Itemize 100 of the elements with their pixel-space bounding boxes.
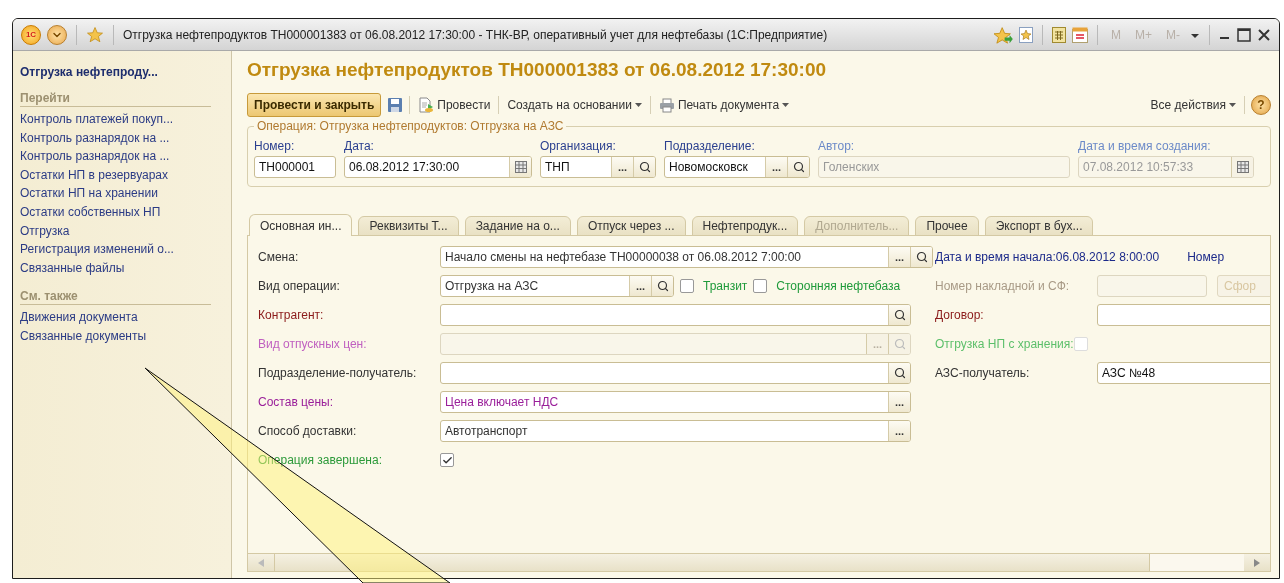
field-label: Вид операции: [258,279,341,293]
input-field[interactable]: Новомосковск ... [664,156,810,178]
input-field[interactable]: Начало смены на нефтебазе ТН00000038 от 06.08.2012 7:00:00 ... [440,246,933,268]
caret-icon [634,103,642,107]
search-button[interactable] [910,247,932,267]
search-icon [792,161,805,173]
sidebar-link[interactable]: Отгрузка [20,221,211,241]
calendar-icon [514,161,527,173]
field-label: Контрагент: [258,308,325,322]
search-icon [915,251,928,263]
start-time-label: Дата и время начала: [935,250,1056,264]
search-icon [893,309,906,321]
sidebar-link[interactable]: Регистрация изменений о... [20,240,211,259]
bookmark-star-icon[interactable] [1019,26,1033,43]
field-label: Подразделение: [664,139,756,153]
field-label: АЗС-получатель: [935,366,1031,380]
section-heading: Перейти [20,91,211,107]
sidebar-link[interactable]: Остатки собственных НП [20,202,211,222]
choice-button[interactable]: ... [765,157,787,177]
print-button[interactable]: Печать документа [656,97,792,113]
sidebar-link[interactable]: Движения документа [20,308,211,327]
input-field[interactable]: Автотранспорт ... [440,420,911,442]
field-label: Подразделение-получатель: [258,366,418,380]
caret-icon [1229,103,1236,107]
search-icon [893,367,906,379]
input-field[interactable] [440,362,911,384]
calendar-button[interactable] [509,157,531,177]
app-logo[interactable]: 1С [21,24,41,45]
tab[interactable]: Экспорт в бух... [984,216,1094,236]
choice-button[interactable]: ... [629,276,651,296]
menu-button[interactable]: Все действия [1148,98,1238,112]
checkbox[interactable] [753,279,768,293]
search-icon [656,280,669,292]
main-menu-button[interactable] [47,24,67,45]
close-icon[interactable] [1257,27,1271,42]
input-field[interactable]: Отгрузка на АЗС ... [440,275,674,297]
field-label: Автор: [818,139,856,153]
tab[interactable]: Задание на о... [464,216,571,236]
search-button[interactable] [651,276,673,296]
sidebar-link[interactable]: Связанные документы [20,326,211,346]
sidebar-title: Отгрузка нефтепроду... [20,65,159,79]
field-label: Договор: [935,308,985,322]
input-field[interactable]: АЗС №48 [1097,362,1270,384]
star-add-icon[interactable] [993,25,1013,44]
checkbox[interactable] [680,279,694,293]
sidebar-link[interactable]: Контроль платежей покуп... [20,110,211,129]
tab[interactable]: Нефтепродук... [691,216,799,236]
calendar-icon [1236,161,1249,173]
number-label: Номер [1187,250,1225,264]
post-and-close-button[interactable]: Провести и закрыть [247,93,382,117]
search-button[interactable] [633,157,655,177]
choice-button[interactable]: ... [888,247,910,267]
search-button[interactable] [888,363,910,383]
menu-button[interactable]: Создать на основании [505,98,644,112]
tab[interactable]: Отпуск через ... [576,216,686,236]
input-field[interactable] [440,304,911,326]
field-label: Дата и время создания: [1078,139,1212,153]
input-field[interactable]: ТН000001 [254,156,336,178]
start-time-value: 06.08.2012 8:00:00 [1055,250,1160,264]
checkbox[interactable] [440,453,454,467]
sidebar-link[interactable]: Остатки НП в резервуарах [20,165,211,185]
save-icon[interactable] [387,97,404,113]
field-label: Дата: [344,139,375,153]
search-button[interactable] [888,305,910,325]
group-legend: Операция: Отгрузка нефтепродуктов: Отгрузка на АЗС [254,119,567,133]
document-post-icon [418,97,435,113]
search-icon [893,338,906,350]
sidebar-link[interactable]: Связанные файлы [20,258,211,278]
horizontal-scrollbar[interactable] [248,553,1270,571]
field-label: Номер: [254,139,296,153]
choice-button[interactable]: ... [611,157,633,177]
sidebar-link[interactable]: Контроль разнарядок на ... [20,147,211,166]
input-field[interactable] [1097,304,1270,326]
input-field[interactable]: ТНП ... [540,156,656,178]
search-icon [638,161,651,173]
window-title: Отгрузка нефтепродуктов ТН000001383 от 06.08.2012 17:30:00 - ТНК-ВР, оперативный учет для нефтебазы (1С:Предприятие) [123,27,829,42]
field-label: Способ доставки: [258,424,358,438]
input-field[interactable]: Цена включает НДС ... [440,391,911,413]
star-icon[interactable] [86,25,104,44]
printer-icon [658,97,675,113]
document-title: Отгрузка нефтепродуктов ТН000001383 от 06.08.2012 17:30:00 [247,59,828,82]
scroll-right-icon [1254,558,1260,567]
field-label: Номер накладной и СФ: [935,279,1071,293]
calendar-icon[interactable] [1072,26,1088,43]
tab[interactable]: Реквизиты Т... [358,216,459,236]
tab[interactable]: Основная ин... [249,214,353,236]
tab[interactable]: Прочее [915,216,979,236]
maximize-icon[interactable] [1237,27,1251,42]
section-heading: См. также [20,289,211,306]
field-label: Вид отпускных цен: [258,337,368,351]
help-button[interactable]: ? [1251,95,1271,115]
search-button[interactable] [787,157,809,177]
sidebar-link[interactable]: Контроль разнарядок на ... [20,128,211,148]
post-button[interactable]: Провести [416,97,493,113]
sidebar-link[interactable]: Остатки НП на хранении [20,184,211,203]
choice-button[interactable]: ... [888,421,910,441]
calculator-icon[interactable] [1052,26,1066,43]
input-field[interactable]: 06.08.2012 17:30:00 [344,156,532,178]
caret-icon [782,103,790,107]
choice-button[interactable]: ... [888,392,910,412]
